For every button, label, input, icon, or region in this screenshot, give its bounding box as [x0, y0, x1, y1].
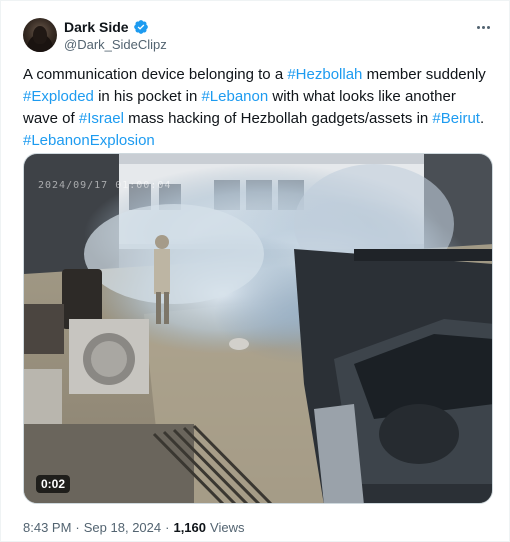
views-count: 1,160	[173, 520, 207, 535]
hashtag-link[interactable]: #LebanonExplosion	[23, 132, 155, 149]
author-display-name[interactable]: Dark Side	[64, 19, 129, 35]
tweet-card: Dark Side @Dark_SideClipz A communicatio…	[0, 0, 510, 542]
tweet-meta: 8:43 PM · Sep 18, 2024 · 1,160 Views	[23, 520, 244, 535]
video-frame	[24, 154, 492, 503]
more-options-icon[interactable]	[473, 19, 493, 35]
tweet-time[interactable]: 8:43 PM	[23, 520, 71, 535]
tweet-video[interactable]: 2024/09/17 01:00:04 0:02	[23, 153, 493, 504]
verified-badge-icon	[133, 20, 148, 34]
tweet-date[interactable]: Sep 18, 2024	[84, 520, 161, 535]
hashtag-link[interactable]: #Hezbollah	[287, 66, 362, 83]
tweet-text-segment: A communication device belonging to a	[23, 66, 288, 83]
hashtag-link[interactable]: #Beirut	[432, 110, 480, 127]
hashtag-link[interactable]: #Israel	[79, 110, 124, 127]
video-duration-badge: 0:02	[36, 475, 71, 493]
tweet-text-segment: member suddenly	[362, 66, 486, 83]
camera-timestamp: 2024/09/17 01:00:04	[38, 180, 172, 191]
tweet-text-segment: mass hacking of Hezbollah gadgets/assets…	[123, 110, 433, 127]
hashtag-link[interactable]: #Lebanon	[201, 88, 268, 105]
tweet-text-segment: in his pocket in	[93, 88, 202, 105]
avatar[interactable]	[23, 18, 57, 52]
hashtag-link[interactable]: #Exploded	[23, 88, 94, 105]
author-handle[interactable]: @Dark_SideClipz	[64, 37, 167, 52]
tweet-text-segment: .	[479, 110, 485, 127]
meta-separator: ·	[75, 520, 80, 535]
author-name-row: Dark Side	[64, 19, 149, 35]
views-label: Views	[210, 520, 245, 535]
tweet-text: A communication device belonging to a #H…	[23, 64, 493, 152]
meta-separator: ·	[165, 520, 170, 535]
